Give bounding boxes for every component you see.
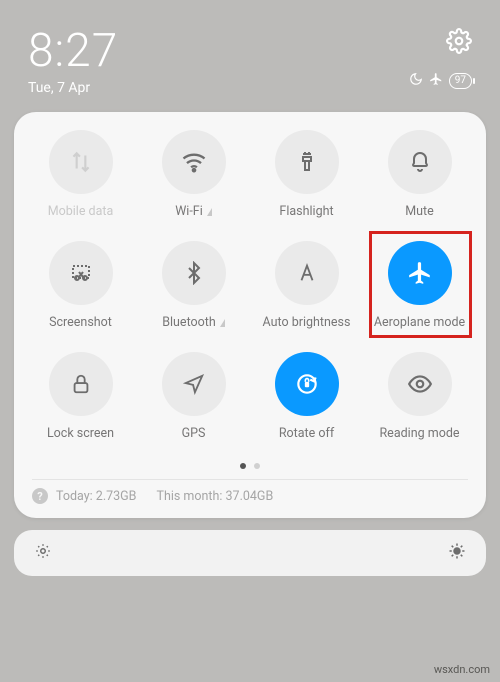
tile-gps[interactable]: GPS (137, 352, 250, 441)
lock-icon (49, 352, 113, 416)
tile-label-text: Wi-Fi (175, 204, 203, 219)
battery-indicator: 97 (449, 73, 472, 89)
tile-label: Lock screen (47, 426, 114, 441)
brightness-low-icon (34, 542, 52, 564)
tile-auto-brightness[interactable]: Auto brightness (250, 241, 363, 330)
tile-label-text: Bluetooth (162, 315, 216, 330)
clock-date: Tue, 7 Apr (28, 80, 118, 96)
usage-today-value: 2.73GB (96, 489, 137, 504)
tile-screenshot[interactable]: Screenshot (24, 241, 137, 330)
tile-reading-mode[interactable]: Reading mode (363, 352, 476, 441)
help-icon: ? (32, 488, 48, 504)
tile-lock-screen[interactable]: Lock screen (24, 352, 137, 441)
tile-label: Screenshot (49, 315, 112, 330)
tile-label: Flashlight (279, 204, 333, 219)
location-arrow-icon (162, 352, 226, 416)
page-indicator[interactable] (24, 463, 476, 469)
tile-mobile-data[interactable]: Mobile data (24, 130, 137, 219)
tile-label: Aeroplane mode (374, 315, 465, 330)
time-block: 8:27 Tue, 7 Apr (28, 28, 118, 96)
brightness-slider[interactable] (14, 530, 486, 576)
brightness-high-icon (448, 542, 466, 564)
scissors-icon (49, 241, 113, 305)
tiles-grid: Mobile data Wi-Fi Flashlight Mute (24, 130, 476, 441)
bell-icon (388, 130, 452, 194)
tile-label: Bluetooth (162, 315, 225, 330)
usage-month-label: This month: (156, 489, 222, 504)
usage-today-label: Today: (56, 489, 93, 504)
rotation-lock-icon (275, 352, 339, 416)
status-bar: 8:27 Tue, 7 Apr 97 (0, 0, 500, 104)
status-indicators: 97 (409, 72, 472, 89)
tile-bluetooth[interactable]: Bluetooth (137, 241, 250, 330)
page-dot (254, 463, 260, 469)
tile-mute[interactable]: Mute (363, 130, 476, 219)
tile-wifi[interactable]: Wi-Fi (137, 130, 250, 219)
flashlight-icon (275, 130, 339, 194)
tile-label: Mute (405, 204, 434, 219)
airplane-status-icon (429, 72, 443, 89)
settings-gear-icon[interactable] (446, 28, 472, 58)
quick-settings-panel: Mobile data Wi-Fi Flashlight Mute (14, 112, 486, 518)
expand-indicator-icon (220, 319, 225, 327)
eye-icon (388, 352, 452, 416)
wifi-icon (162, 130, 226, 194)
mobile-data-icon (49, 130, 113, 194)
expand-indicator-icon (207, 208, 212, 216)
tile-label: GPS (182, 426, 206, 441)
tile-flashlight[interactable]: Flashlight (250, 130, 363, 219)
airplane-icon (388, 241, 452, 305)
dnd-moon-icon (409, 72, 423, 89)
tile-label: Mobile data (48, 204, 114, 219)
tile-aeroplane-mode[interactable]: Aeroplane mode (363, 241, 476, 330)
clock-time: 8:27 (28, 28, 118, 74)
tile-label: Rotate off (279, 426, 334, 441)
tile-label: Reading mode (379, 426, 459, 441)
page-dot (240, 463, 246, 469)
tile-label: Auto brightness (263, 315, 351, 330)
watermark: wsxdn.com (434, 663, 490, 676)
bluetooth-icon (162, 241, 226, 305)
tile-rotate-off[interactable]: Rotate off (250, 352, 363, 441)
divider (32, 479, 468, 480)
auto-brightness-icon (275, 241, 339, 305)
usage-month-value: 37.04GB (226, 489, 274, 504)
data-usage-row[interactable]: ? Today: 2.73GB This month: 37.04GB (24, 488, 476, 510)
tile-label: Wi-Fi (175, 204, 212, 219)
